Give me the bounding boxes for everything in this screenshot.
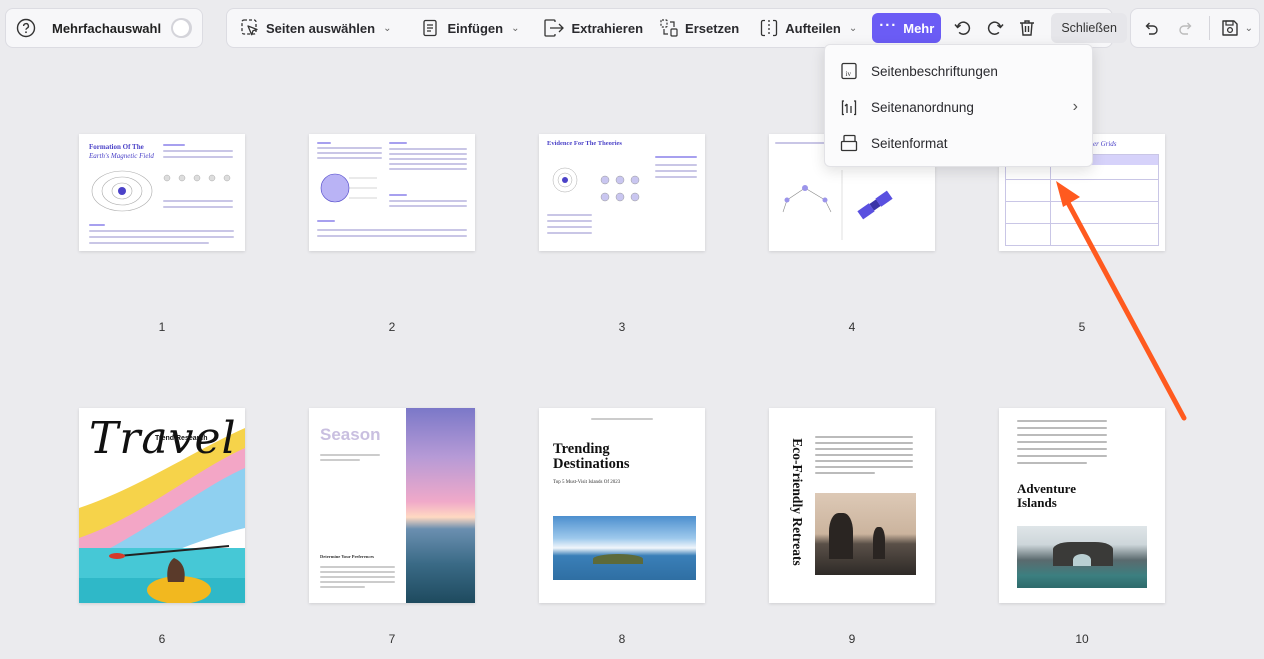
replace-icon (660, 19, 678, 37)
page-format-icon (840, 134, 858, 152)
page-thumbnail-3[interactable]: Evidence For The Theories (539, 134, 705, 251)
left-toolbar: Mehrfachauswahl (5, 8, 203, 48)
page-thumbnail-8[interactable]: Trending Destinations Top 5 Must-Visit I… (539, 408, 705, 603)
page-number: 5 (1078, 320, 1086, 334)
page-labels-icon: iv (841, 62, 857, 80)
island-photo (553, 516, 696, 580)
cover-title: Adventure Islands (1017, 481, 1076, 510)
comparison-table (1005, 154, 1159, 246)
more-button[interactable]: ··· Mehr (872, 13, 942, 43)
replace-button[interactable]: Ersetzen (652, 13, 746, 43)
coast-photo (815, 493, 916, 575)
page-number: 1 (158, 320, 166, 334)
redo-icon (1179, 22, 1192, 35)
cover-title: Travel (89, 413, 237, 464)
insert-button[interactable]: Einfügen ⌄ (414, 13, 526, 43)
page-number: 2 (388, 320, 396, 334)
extract-label: Extrahieren (571, 20, 644, 36)
page-number: 8 (618, 632, 626, 646)
page-thumbnail-2[interactable] (309, 134, 475, 251)
page-number: 7 (388, 632, 396, 646)
select-pages-label: Seiten auswählen (266, 20, 376, 36)
page-title: Evidence For The Theories (547, 140, 622, 147)
main-toolbar: Seiten auswählen ⌄ Einfügen ⌄ Extrahiere… (226, 8, 1127, 48)
more-dots-icon: ··· (879, 16, 898, 34)
help-icon[interactable] (16, 13, 36, 43)
page-number: 4 (848, 320, 856, 334)
extract-icon (544, 19, 565, 37)
footer-heading: Determine Your Preferences (320, 554, 375, 559)
cover-title: Trending Destinations (553, 441, 630, 472)
chevron-down-icon: ⌄ (848, 22, 858, 34)
page-thumbnail-7[interactable]: Season Determine Your Preferences (309, 408, 475, 603)
page-thumbnail-1[interactable]: Formation Of The Earth's Magnetic Field (79, 134, 245, 251)
cover-title: Season (320, 425, 381, 444)
insert-label: Einfügen (447, 20, 504, 36)
cover-title: Eco-Friendly Retreats (790, 438, 805, 566)
undo-icon (1145, 22, 1159, 35)
split-button[interactable]: Aufteilen ⌄ (752, 13, 864, 43)
chevron-down-icon: ⌄ (511, 22, 520, 34)
page-title: er Grids (1093, 140, 1117, 148)
replace-label: Ersetzen (685, 20, 740, 36)
trash-icon (1020, 20, 1035, 36)
svg-text:iv: iv (846, 70, 852, 78)
chevron-down-icon[interactable]: ⌄ (1245, 23, 1253, 34)
page-number: 10 (1075, 632, 1089, 646)
page-title: Formation Of The (89, 143, 144, 151)
sunset-photo (406, 408, 475, 603)
right-toolbar: ⌄ (1130, 8, 1260, 48)
save-icon (1222, 20, 1238, 36)
split-icon (761, 19, 778, 37)
page-subtitle: Earth's Magnetic Field (89, 152, 154, 160)
rotate-right-icon (988, 21, 1004, 35)
menu-item-label: Seitenanordnung (871, 99, 974, 115)
satellite-diagram (782, 170, 893, 240)
split-label: Aufteilen (785, 20, 841, 36)
save-button[interactable] (1218, 13, 1243, 43)
redo-button[interactable] (1172, 13, 1201, 43)
menu-item-page-labels[interactable]: iv Seitenbeschriftungen (825, 53, 1092, 89)
chevron-down-icon: ⌄ (383, 22, 392, 34)
menu-item-page-arrangement[interactable]: Seitenanordnung › (825, 89, 1092, 125)
multi-select-toggle[interactable] (171, 18, 192, 38)
theory-diagram (552, 167, 640, 202)
undo-button[interactable] (1137, 13, 1166, 43)
earth-diagram (320, 173, 377, 203)
page-number: 3 (618, 320, 626, 334)
page-arrangement-icon (841, 100, 857, 116)
page-number: 9 (848, 632, 856, 646)
arch-photo (1017, 526, 1147, 588)
menu-item-label: Seitenformat (871, 135, 948, 151)
page-thumbnail-9[interactable]: Eco-Friendly Retreats (769, 408, 935, 603)
multi-select-label: Mehrfachauswahl (52, 20, 162, 36)
menu-item-page-format[interactable]: Seitenformat (825, 125, 1092, 161)
close-button[interactable]: Schließen (1051, 13, 1127, 43)
rotate-right-button[interactable] (985, 13, 1005, 43)
cursor-select-icon (241, 19, 258, 36)
more-label: Mehr (903, 20, 935, 36)
page-thumbnail-10[interactable]: Adventure Islands (999, 408, 1165, 603)
more-menu: iv Seitenbeschriftungen Seitenanordnung … (824, 44, 1093, 167)
select-pages-button[interactable]: Seiten auswählen ⌄ (233, 13, 398, 43)
extract-button[interactable]: Extrahieren (536, 13, 650, 43)
divider (1208, 16, 1210, 40)
page-thumbnail-6[interactable]: Trend Research Travel (79, 408, 245, 603)
chevron-right-icon: › (1072, 98, 1078, 115)
menu-item-label: Seitenbeschriftungen (871, 63, 998, 79)
insert-page-icon (423, 19, 438, 37)
rotate-left-button[interactable] (953, 13, 973, 43)
rotate-left-icon (954, 21, 971, 35)
delete-button[interactable] (1017, 13, 1037, 43)
magnetic-field-diagram (91, 170, 231, 212)
cover-subtitle: Top 5 Must-Visit Islands Of 2023 (553, 480, 621, 485)
page-number: 6 (158, 632, 166, 646)
